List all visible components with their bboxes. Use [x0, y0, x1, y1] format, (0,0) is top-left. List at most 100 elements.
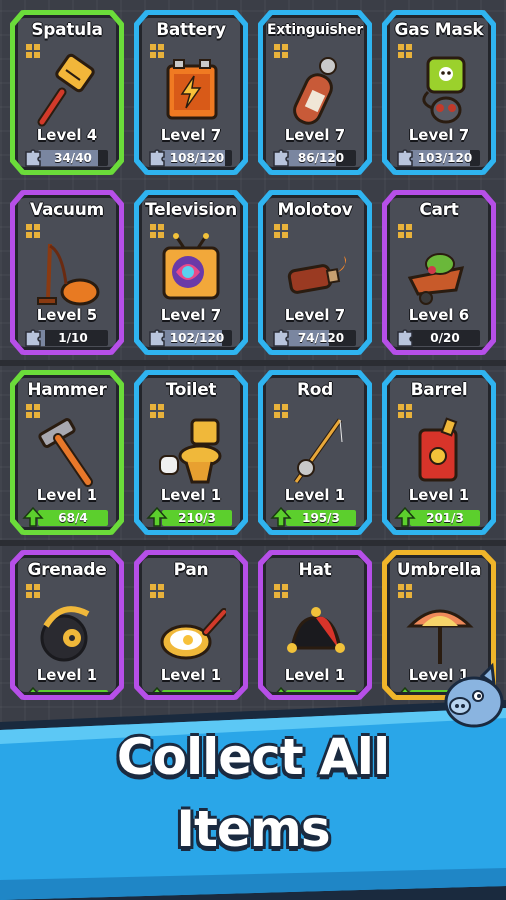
- item-card-grenade[interactable]: Grenade Level 1 26/2: [10, 550, 124, 700]
- progress-bar: 108/120: [162, 150, 232, 166]
- item-card-vacuum[interactable]: Vacuum Level 5 1/10: [10, 190, 124, 355]
- item-card-body: Hammer Level 1 68/4: [15, 375, 119, 530]
- progress-bar: 34/40: [38, 150, 108, 166]
- progress-bar: 15/2: [286, 690, 356, 692]
- progress-bar: 86/120: [286, 150, 356, 166]
- item-name: Barrel: [410, 380, 468, 400]
- item-card-molotov[interactable]: Molotov Level 7 74/120: [258, 190, 372, 355]
- upgrade-arrow-icon: [270, 506, 292, 527]
- item-name: Umbrella: [396, 560, 482, 580]
- item-card-body: Gas Mask Level 7 103/120: [387, 15, 491, 170]
- item-level: Level 6: [408, 306, 470, 324]
- puzzle-piece-icon: [270, 326, 292, 347]
- progress-text: 1/10: [58, 331, 88, 345]
- item-card-barrel[interactable]: Barrel Level 1 201/3: [382, 370, 496, 535]
- pan-icon: [142, 588, 240, 676]
- item-level: Level 7: [408, 126, 470, 144]
- item-name: Grenade: [27, 560, 107, 580]
- item-card-spatula[interactable]: Spatula Level 4 34/40: [10, 10, 124, 175]
- extinguisher-icon: [266, 48, 364, 136]
- upgrade-arrow-icon: [394, 686, 416, 692]
- item-card-television[interactable]: Television Level 7 102/120: [134, 190, 248, 355]
- item-name: Vacuum: [30, 200, 104, 220]
- progress-text: 103/120: [417, 151, 473, 165]
- item-card-body: Battery Level 7 108/120: [139, 15, 243, 170]
- progress-text: 15/2: [286, 690, 356, 692]
- item-level: Level 1: [36, 486, 98, 504]
- item-card-gas-mask[interactable]: Gas Mask Level 7 103/120: [382, 10, 496, 175]
- item-card-body: Pan Level 1 17/2: [139, 555, 243, 695]
- progress-text: 68/4: [58, 511, 88, 525]
- item-card-body: Barrel Level 1 201/3: [387, 375, 491, 530]
- cart-icon: [390, 228, 488, 316]
- progress-bar: 26/2: [38, 690, 108, 692]
- item-level: Level 7: [160, 306, 222, 324]
- television-icon: [142, 228, 240, 316]
- upgrade-arrow-icon: [22, 686, 44, 692]
- item-level: Level 4: [36, 126, 98, 144]
- progress-bar: 0/20: [410, 330, 480, 346]
- progress-text: 74/120: [297, 331, 345, 345]
- banner-title-line2: Items: [176, 800, 330, 858]
- progress-text: 108/120: [169, 151, 225, 165]
- fishing-rod-icon: [266, 408, 364, 496]
- item-card-body: Vacuum Level 5 1/10: [15, 195, 119, 350]
- progress-text: 86/120: [297, 151, 345, 165]
- vacuum-icon: [18, 228, 116, 316]
- upgrade-arrow-icon: [394, 506, 416, 527]
- item-name: Hat: [298, 560, 332, 580]
- barrel-icon: [390, 408, 488, 496]
- row-divider: [0, 360, 506, 366]
- puzzle-piece-icon: [270, 146, 292, 167]
- item-name: Spatula: [31, 20, 103, 40]
- banner-title-line1: Collect All: [116, 728, 390, 786]
- progress-bar: 1/10: [38, 330, 108, 346]
- battery-icon: [142, 48, 240, 136]
- upgrade-arrow-icon: [270, 686, 292, 692]
- item-card-toilet[interactable]: Toilet Level 1 210/3: [134, 370, 248, 535]
- item-card-battery[interactable]: Battery Level 7 108/120: [134, 10, 248, 175]
- item-card-body: Television Level 7 102/120: [139, 195, 243, 350]
- item-level: Level 1: [36, 666, 98, 684]
- item-level: Level 7: [284, 126, 346, 144]
- item-level: Level 1: [284, 486, 346, 504]
- progress-bar: 68/4: [38, 510, 108, 526]
- item-card-cart[interactable]: Cart Level 6 0/20: [382, 190, 496, 355]
- item-level: Level 1: [408, 486, 470, 504]
- spatula-icon: [18, 48, 116, 136]
- item-card-extinguisher[interactable]: Extinguisher Level 7 86/120: [258, 10, 372, 175]
- item-level: Level 7: [284, 306, 346, 324]
- item-card-body: Hat Level 1 15/2: [263, 555, 367, 695]
- progress-bar: 17/2: [162, 690, 232, 692]
- item-name: Molotov: [277, 200, 353, 220]
- item-card-hat[interactable]: Hat Level 1 15/2: [258, 550, 372, 700]
- piggy-mascot-icon: [444, 662, 504, 728]
- item-card-body: Molotov Level 7 74/120: [263, 195, 367, 350]
- progress-text: 0/20: [430, 331, 460, 345]
- jester-hat-icon: [266, 588, 364, 676]
- progress-bar: 74/120: [286, 330, 356, 346]
- progress-text: 34/40: [54, 151, 92, 165]
- item-card-pan[interactable]: Pan Level 1 17/2: [134, 550, 248, 700]
- item-card-body: Extinguisher Level 7 86/120: [263, 15, 367, 170]
- progress-text: 195/3: [302, 511, 340, 525]
- puzzle-piece-icon: [22, 326, 44, 347]
- grenade-icon: [18, 588, 116, 676]
- upgrade-arrow-icon: [146, 686, 168, 692]
- progress-text: 102/120: [169, 331, 225, 345]
- progress-bar: 195/3: [286, 510, 356, 526]
- item-level: Level 1: [284, 666, 346, 684]
- item-name: Gas Mask: [394, 20, 484, 40]
- item-card-body: Spatula Level 4 34/40: [15, 15, 119, 170]
- upgrade-arrow-icon: [146, 506, 168, 527]
- item-name: Rod: [296, 380, 334, 400]
- progress-bar: 201/3: [410, 510, 480, 526]
- item-card-rod[interactable]: Rod Level 1 195/3: [258, 370, 372, 535]
- molotov-icon: [266, 228, 364, 316]
- item-card-body: Toilet Level 1 210/3: [139, 375, 243, 530]
- item-name: Toilet: [165, 380, 217, 400]
- puzzle-piece-icon: [146, 146, 168, 167]
- upgrade-arrow-icon: [22, 506, 44, 527]
- item-card-hammer[interactable]: Hammer Level 1 68/4: [10, 370, 124, 535]
- item-name: Television: [145, 200, 237, 220]
